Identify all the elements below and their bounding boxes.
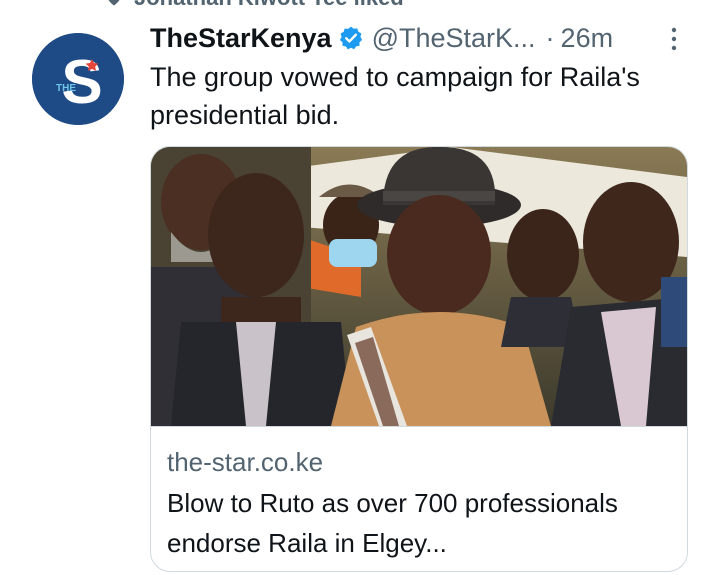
avatar-tag: THE (56, 83, 76, 94)
verified-badge-icon (339, 26, 362, 50)
handle[interactable]: @TheStarK... (372, 23, 536, 54)
more-options-icon[interactable] (668, 26, 680, 52)
heart-icon (108, 0, 120, 6)
social-context[interactable]: Jonathan Kiwott Tee liked (104, 0, 404, 10)
card-image[interactable] (151, 147, 687, 426)
tweet-header: TheStarKenya @TheStarK... · 26m (150, 20, 680, 56)
avatar[interactable]: S THE (32, 33, 124, 125)
card-title: Blow to Ruto as over 700 professionals e… (167, 488, 618, 558)
tweet-text: The group vowed to campaign for Raila's … (150, 62, 640, 130)
card-body[interactable]: the-star.co.ke Blow to Ruto as over 700 … (151, 426, 687, 571)
separator-dot: · (545, 22, 555, 53)
card-domain: the-star.co.ke (167, 447, 324, 477)
link-card[interactable]: the-star.co.ke Blow to Ruto as over 700 … (150, 146, 688, 572)
display-name[interactable]: TheStarKenya (150, 23, 332, 54)
star-logo-icon: S THE (32, 33, 124, 125)
timestamp[interactable]: 26m (561, 23, 614, 54)
social-context-text: Jonathan Kiwott Tee liked (134, 0, 404, 11)
